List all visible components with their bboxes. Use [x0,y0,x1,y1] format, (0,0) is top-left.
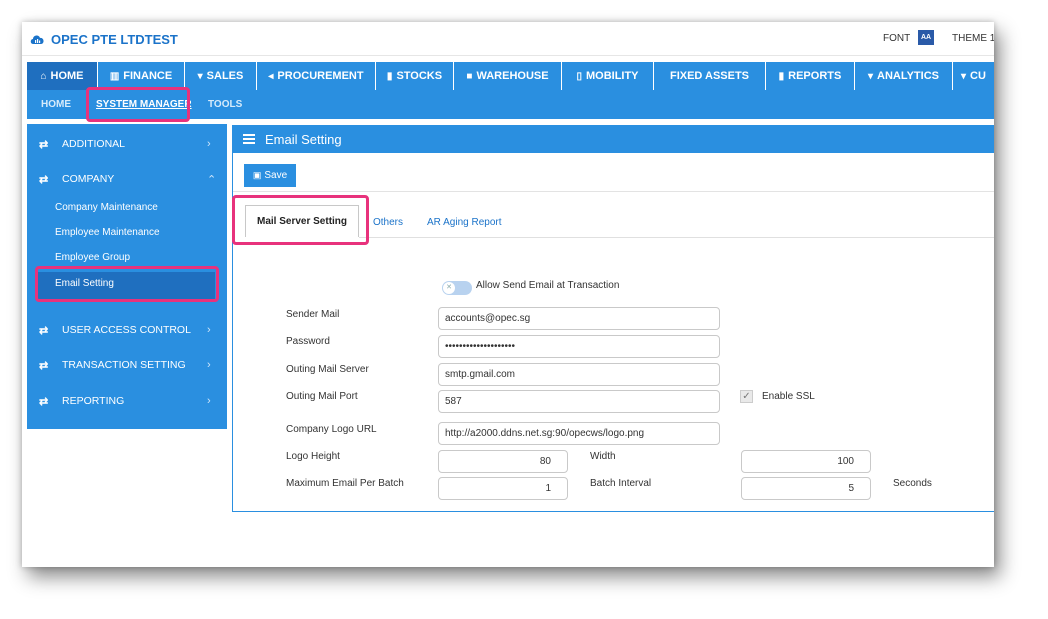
app-window: OPEC PTE LTDTEST FONT AA THEME 1 ⌂ HOME ▥… [22,22,994,567]
chevron-right-icon: › [207,324,211,336]
chevron-right-icon: › [207,138,211,150]
max-email-per-batch-input[interactable]: 1 [438,477,568,500]
toolbar-divider [233,191,994,192]
topnav-fixed-assets[interactable]: FIXED ASSETS [654,62,766,90]
width-label: Width [590,451,616,462]
sidebar-group-company[interactable]: ⇄ COMPANY ⌃ [27,168,227,190]
topnav-analytics[interactable]: ▾ ANALYTICS [855,62,953,90]
sidebar-group-transaction-setting[interactable]: ⇄ TRANSACTION SETTING › [27,354,227,376]
sender-mail-label: Sender Mail [286,309,340,320]
topnav-cu[interactable]: ▾ CU [953,62,994,90]
sidebar-item-email-setting[interactable]: Email Setting [55,278,114,289]
chart-icon: ▮ [778,70,785,82]
mobile-icon: ▯ [576,70,582,82]
page-title: Email Setting [265,132,342,147]
tab-divider [359,237,994,238]
topnav-mobility[interactable]: ▯ MOBILITY [562,62,654,90]
topnav-sales[interactable]: ▾ SALES [185,62,257,90]
outing-mail-port-input[interactable]: 587 [438,390,720,413]
topnav-home[interactable]: ⌂ HOME [27,62,98,90]
topnav-warehouse[interactable]: ■ WAREHOUSE [454,62,562,90]
hamburger-menu-icon[interactable] [243,134,255,144]
sidebar-item-employee-maintenance[interactable]: Employee Maintenance [55,227,160,238]
app-title: OPEC PTE LTDTEST [51,31,178,47]
topnav-finance[interactable]: ▥ FINANCE [98,62,185,90]
max-email-per-batch-label: Maximum Email Per Batch [286,478,404,489]
width-input[interactable]: 100 [741,450,871,473]
chevron-up-icon: ⌃ [207,173,217,186]
home-icon: ⌂ [40,70,47,82]
outing-mail-server-input[interactable]: smtp.gmail.com [438,363,720,386]
allow-send-email-toggle[interactable]: ✕ [442,281,472,295]
batch-interval-input[interactable]: 5 [741,477,871,500]
sidebar-item-employee-group[interactable]: Employee Group [55,252,130,263]
content-panel: ▣ Save Mail Server Setting Others AR Agi… [232,153,994,512]
checkmark-icon: ✓ [742,391,751,402]
sidebar-group-additional[interactable]: ⇄ ADDITIONAL › [27,133,227,155]
cart-icon: ▾ [868,70,874,82]
top-nav: ⌂ HOME ▥ FINANCE ▾ SALES ◂ PROCUREMENT ▮ STOC… [27,62,994,90]
topnav-stocks[interactable]: ▮ STOCKS [376,62,454,90]
font-size-icon[interactable]: AA [918,30,934,45]
floppy-disk-icon: ▣ [252,170,262,180]
square-icon: ■ [466,70,473,82]
password-input[interactable]: •••••••••••••••••••• [438,335,720,358]
bar-chart-icon: ▮ [386,70,393,82]
tab-ar-aging-report[interactable]: AR Aging Report [427,217,502,228]
content-header: Email Setting [232,125,994,153]
topnav-procurement[interactable]: ◂ PROCUREMENT [257,62,376,90]
subnav-system-manager[interactable]: SYSTEM MANAGER [96,99,192,110]
megaphone-icon: ◂ [268,70,274,82]
cloud-logo-icon [30,35,44,44]
bank-icon: ▥ [109,70,120,82]
company-logo-url-input[interactable]: http://a2000.ddns.net.sg:90/opecws/logo.… [438,422,720,445]
font-label: FONT [883,33,911,44]
swap-arrows-icon: ⇄ [39,324,49,337]
password-label: Password [286,336,330,347]
swap-arrows-icon: ⇄ [39,359,49,372]
seconds-label: Seconds [893,478,932,489]
enable-ssl-checkbox[interactable]: ✓ [740,390,753,403]
sub-nav: HOME SYSTEM MANAGER TOOLS [27,90,994,119]
swap-arrows-icon: ⇄ [39,395,49,408]
tab-others[interactable]: Others [373,217,403,228]
subnav-tools[interactable]: TOOLS [208,99,242,110]
sidebar: ⇄ ADDITIONAL › ⇄ COMPANY ⌃ Company Maint… [27,124,227,429]
sidebar-group-reporting[interactable]: ⇄ REPORTING › [27,390,227,412]
logo-height-label: Logo Height [286,451,340,462]
outing-mail-server-label: Outing Mail Server [286,364,369,375]
cart-icon: ▾ [197,70,203,82]
batch-interval-label: Batch Interval [590,478,652,489]
toggle-off-icon: ✕ [443,282,455,294]
sidebar-group-user-access-control[interactable]: ⇄ USER ACCESS CONTROL › [27,319,227,341]
swap-arrows-icon: ⇄ [39,138,49,151]
title-bar: OPEC PTE LTDTEST FONT AA THEME 1 [22,22,994,56]
logo-height-input[interactable]: 80 [438,450,568,473]
subnav-home[interactable]: HOME [41,99,71,110]
topnav-reports[interactable]: ▮ REPORTS [766,62,855,90]
tab-mail-server-setting[interactable]: Mail Server Setting [245,205,359,237]
save-button[interactable]: ▣ Save [244,164,296,187]
chevron-right-icon: › [207,359,211,371]
swap-arrows-icon: ⇄ [39,173,49,186]
sidebar-item-company-maintenance[interactable]: Company Maintenance [55,202,158,213]
chevron-right-icon: › [207,395,211,407]
sender-mail-input[interactable]: accounts@opec.sg [438,307,720,330]
brand[interactable]: OPEC PTE LTDTEST [30,31,178,47]
cart-icon: ▾ [961,70,967,82]
company-logo-url-label: Company Logo URL [286,424,377,435]
toggle-label: Allow Send Email at Transaction [476,280,620,291]
theme-selector[interactable]: THEME 1 [952,33,994,44]
outing-mail-port-label: Outing Mail Port [286,391,358,402]
enable-ssl-label: Enable SSL [762,391,815,402]
